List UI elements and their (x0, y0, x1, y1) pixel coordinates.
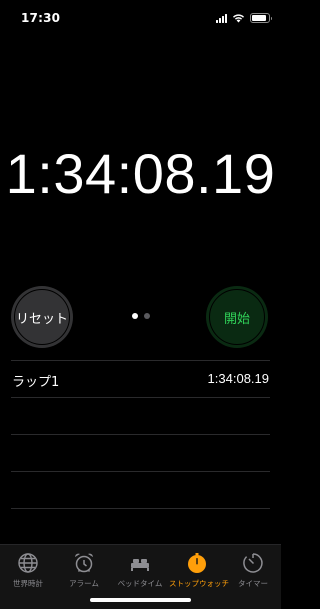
lap-row: ラップ1 1:34:08.19 (11, 361, 270, 397)
tab-bedtime[interactable]: ベッドタイム (112, 551, 168, 589)
tab-alarm[interactable]: アラーム (56, 551, 112, 589)
start-button[interactable]: 開始 (206, 286, 268, 348)
lap-list[interactable]: ラップ1 1:34:08.19 (11, 360, 270, 546)
tab-label: アラーム (69, 579, 99, 588)
tab-label: タイマー (238, 579, 268, 588)
status-bar: 17:30 (0, 0, 281, 36)
page-dot-2 (144, 313, 150, 319)
alarm-clock-icon (75, 553, 93, 573)
cellular-signal-icon (216, 13, 227, 23)
tab-label: 世界時計 (13, 579, 43, 588)
wifi-icon (233, 14, 244, 23)
timer-icon (243, 553, 263, 573)
tab-world-clock[interactable]: 世界時計 (0, 551, 56, 589)
tab-label: ベッドタイム (117, 579, 163, 588)
start-button-label: 開始 (209, 289, 265, 345)
lap-label: ラップ1 (12, 375, 60, 390)
reset-button[interactable]: リセット (11, 286, 73, 348)
bed-icon (131, 559, 149, 571)
stopwatch-display: 1:34:08.19 (5, 142, 276, 205)
page-dot-1 (132, 313, 138, 319)
home-indicator[interactable] (90, 598, 191, 602)
stopwatch-icon (188, 553, 206, 573)
globe-icon (18, 553, 38, 573)
status-time: 17:30 (21, 11, 61, 25)
page-indicator[interactable] (132, 313, 150, 319)
reset-button-label: リセット (14, 289, 70, 345)
status-icons (216, 12, 272, 24)
tab-timer[interactable]: タイマー (225, 551, 281, 589)
tab-label: ストップウォッチ (169, 579, 229, 588)
lap-time: 1:34:08.19 (207, 371, 269, 386)
battery-icon (250, 13, 272, 23)
tab-stopwatch[interactable]: ストップウォッチ (169, 551, 229, 589)
battery-level (252, 15, 266, 21)
stopwatch-screen: 17:30 1:34:08.19 リセット 開始 ラップ1 1:34:08.19… (0, 0, 281, 609)
